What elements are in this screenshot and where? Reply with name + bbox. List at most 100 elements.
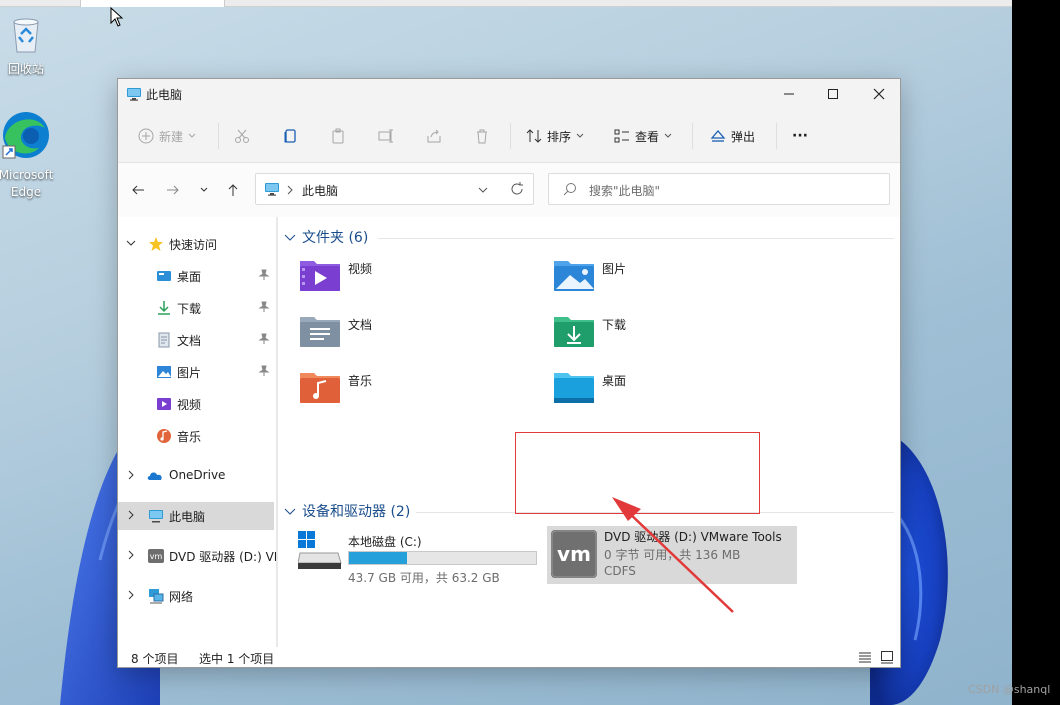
pin-icon[interactable]: [258, 269, 270, 281]
drives-group-header[interactable]: 设备和驱动器 (2): [284, 501, 410, 521]
pin-icon[interactable]: [258, 301, 270, 313]
drives-group-title: 设备和驱动器 (2): [302, 504, 411, 520]
svg-text:vm: vm: [150, 552, 163, 561]
desktop-item-label: 回收站: [7, 62, 44, 76]
desktop-item-edge[interactable]: Microsoft Edge: [0, 110, 54, 201]
more-button[interactable]: ···: [792, 123, 808, 149]
copy-icon: [284, 129, 296, 143]
folder-item[interactable]: 音乐: [298, 367, 538, 411]
sidebar-item-label: 快速访问: [169, 238, 218, 252]
disk-usage-bar: [348, 551, 537, 565]
new-button[interactable]: 新建: [138, 123, 196, 149]
up-button[interactable]: [221, 176, 245, 204]
trash-icon: [477, 129, 487, 144]
share-button[interactable]: [426, 123, 442, 149]
sidebar-item-pictures[interactable]: 图片: [118, 358, 274, 386]
copy-button[interactable]: [282, 123, 298, 149]
large-icons-view-icon[interactable]: [880, 650, 894, 664]
sidebar-item-this-pc[interactable]: 此电脑: [118, 502, 274, 530]
watermark: CSDN @shanql: [968, 683, 1051, 696]
arrow-right-icon: [167, 185, 179, 195]
sidebar-item-network[interactable]: 网络: [118, 582, 274, 610]
folder-item[interactable]: 下载: [552, 311, 792, 355]
cut-button[interactable]: [234, 123, 250, 149]
cloud-icon: [147, 472, 162, 480]
sort-button[interactable]: 排序: [526, 123, 584, 149]
sort-label: 排序: [547, 129, 572, 144]
local-disk-icon: [298, 531, 342, 569]
folder-label: 图片: [602, 262, 627, 276]
sidebar-item-desktop[interactable]: 桌面: [118, 262, 274, 290]
view-icon: [614, 129, 629, 143]
drive-label: DVD 驱动器 (D:) VMware Tools: [604, 530, 782, 544]
search-icon: [563, 183, 576, 196]
mouse-cursor-icon: [110, 7, 124, 27]
chevron-right-icon: [128, 470, 134, 480]
sidebar-item-downloads[interactable]: 下载: [118, 294, 274, 322]
paste-button[interactable]: [330, 123, 346, 149]
new-label: 新建: [159, 129, 184, 144]
forward-button[interactable]: [161, 176, 185, 204]
folders-group-header[interactable]: 文件夹 (6): [284, 227, 368, 247]
folder-item[interactable]: 图片: [552, 255, 792, 299]
sidebar-item-documents[interactable]: 文档: [118, 326, 274, 354]
pictures-icon: [157, 366, 171, 378]
eject-button[interactable]: 弹出: [710, 123, 755, 149]
rename-icon: [378, 129, 393, 143]
folder-item[interactable]: 视频: [298, 255, 538, 299]
selected-count: 选中 1 个项目: [199, 652, 275, 666]
minimize-button[interactable]: [766, 79, 812, 109]
sidebar-item-music[interactable]: 音乐: [118, 422, 274, 450]
chevron-down-icon: [284, 508, 296, 515]
toolbar-divider: [218, 123, 219, 149]
sidebar-item-label: 桌面: [177, 270, 202, 284]
chevron-down-icon[interactable]: [478, 185, 488, 195]
recent-locations-button[interactable]: [192, 176, 216, 204]
drive-capacity: 43.7 GB 可用，共 63.2 GB: [348, 571, 500, 585]
folder-item[interactable]: 桌面: [552, 367, 792, 411]
search-box[interactable]: 搜索"此电脑": [548, 173, 890, 205]
sidebar-item-videos[interactable]: 视频: [118, 390, 274, 418]
sidebar-item-dvd-drive[interactable]: vm DVD 驱动器 (D:) VI: [118, 542, 277, 570]
title-bar[interactable]: 此电脑: [118, 79, 900, 111]
command-bar: 新建 排序 查看 弹出 ···: [118, 111, 900, 163]
video-icon: [157, 398, 171, 410]
chevron-down-icon: [576, 133, 584, 138]
drive-item-d[interactable]: vm DVD 驱动器 (D:) VMware Tools 0 字节 可用，共 1…: [547, 526, 797, 584]
sidebar-item-label: 音乐: [177, 430, 202, 444]
drive-item-c[interactable]: 本地磁盘 (C:) 43.7 GB 可用，共 63.2 GB: [298, 529, 538, 587]
refresh-icon[interactable]: [510, 182, 524, 196]
sidebar-item-label: 网络: [169, 590, 194, 604]
folder-item[interactable]: 文档: [298, 311, 538, 355]
add-icon: [138, 128, 154, 144]
window-title: 此电脑: [146, 88, 183, 102]
downloads-folder-icon: [554, 317, 594, 347]
delete-button[interactable]: [474, 123, 490, 149]
sidebar-item-onedrive[interactable]: OneDrive: [118, 462, 274, 490]
sidebar-item-label: 图片: [177, 366, 202, 380]
desktop-item-recycle-bin[interactable]: 回收站: [0, 16, 54, 78]
chevron-right-icon: [287, 185, 293, 195]
maximize-button[interactable]: [810, 79, 856, 109]
back-button[interactable]: [126, 176, 150, 204]
close-button[interactable]: [856, 79, 900, 109]
breadcrumb-this-pc[interactable]: 此电脑: [302, 182, 338, 199]
rename-button[interactable]: [378, 123, 394, 149]
pin-icon[interactable]: [258, 333, 270, 345]
toolbar-divider: [776, 123, 777, 149]
sidebar-item-quick-access[interactable]: 快速访问: [118, 230, 274, 258]
chevron-down-icon: [664, 133, 672, 138]
chevron-right-icon: [128, 590, 134, 600]
pin-icon[interactable]: [258, 365, 270, 377]
sidebar-item-label: OneDrive: [169, 468, 226, 482]
group-divider: [378, 238, 894, 239]
cut-icon: [235, 129, 249, 143]
navigation-pane: 快速访问 桌面 下载 文档 图片 视频 音乐 OneDrive 此电脑 vm D…: [118, 217, 277, 647]
desktop-folder-icon: [554, 373, 594, 403]
details-view-icon[interactable]: [858, 650, 872, 664]
folder-label: 下载: [602, 318, 627, 332]
address-bar[interactable]: 此电脑: [255, 173, 534, 205]
toolbar-divider: [510, 123, 511, 149]
view-button[interactable]: 查看: [614, 123, 672, 149]
video-folder-icon: [300, 261, 340, 291]
